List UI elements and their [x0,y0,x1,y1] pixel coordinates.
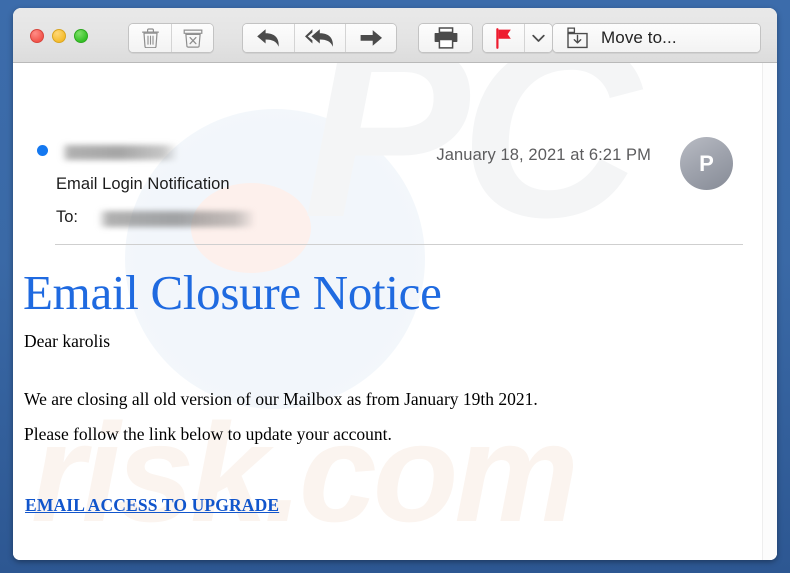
move-to-button-group: Move to... [552,23,761,53]
mail-message-window: Move to... PC risk.com Email Login Notif… [13,8,777,560]
print-button[interactable] [419,24,472,52]
toolbar: Move to... [13,8,777,63]
flag-button[interactable] [483,24,524,52]
watermark-blob [191,183,311,273]
reply-arrow-icon [257,28,279,47]
move-to-label: Move to... [601,28,677,47]
move-to-button[interactable]: Move to... [553,24,760,52]
print-button-group [418,23,473,53]
message-pane: PC risk.com Email Login Notification To:… [13,63,777,560]
delete-button-group [128,23,214,53]
to-label: To: [56,208,79,226]
reply-all-button[interactable] [294,24,345,52]
chevron-down-icon [532,34,545,42]
junk-trash-x-icon [183,29,202,48]
delete-button[interactable] [129,24,171,52]
reply-button[interactable] [243,24,294,52]
avatar: P [680,137,733,190]
flag-icon [495,27,511,49]
trash-icon [141,28,159,48]
flag-menu-button[interactable] [524,24,552,52]
message-date: January 18, 2021 at 6:21 PM [436,146,651,164]
close-button[interactable] [30,29,44,43]
forward-arrow-icon [360,30,382,46]
body-greeting: Dear karolis [24,331,111,351]
cta-upgrade-link[interactable]: EMAIL ACCESS TO UPGRADE [25,495,279,516]
avatar-initial: P [699,150,714,176]
recipient-address-redacted [99,211,254,227]
body-headline: Email Closure Notice [23,265,442,320]
archive-box-down-arrow-icon [567,27,588,49]
body-paragraph-1: We are closing all old version of our Ma… [24,389,538,409]
forward-button[interactable] [345,24,396,52]
sender-address-redacted [62,145,177,160]
header-divider [55,244,743,245]
move-to-junk-button[interactable] [171,24,213,52]
printer-icon [434,27,457,49]
message-subject: Email Login Notification [56,175,230,193]
reply-all-arrow-icon [305,28,333,47]
minimize-button[interactable] [52,29,66,43]
vertical-scrollbar[interactable] [762,63,777,560]
desktop-background: Move to... PC risk.com Email Login Notif… [0,0,790,573]
reply-button-group [242,23,397,53]
unread-indicator-dot[interactable] [37,145,48,156]
zoom-button[interactable] [74,29,88,43]
window-traffic-lights [30,29,88,43]
body-paragraph-2: Please follow the link below to update y… [24,424,392,444]
flag-button-group [482,23,553,53]
